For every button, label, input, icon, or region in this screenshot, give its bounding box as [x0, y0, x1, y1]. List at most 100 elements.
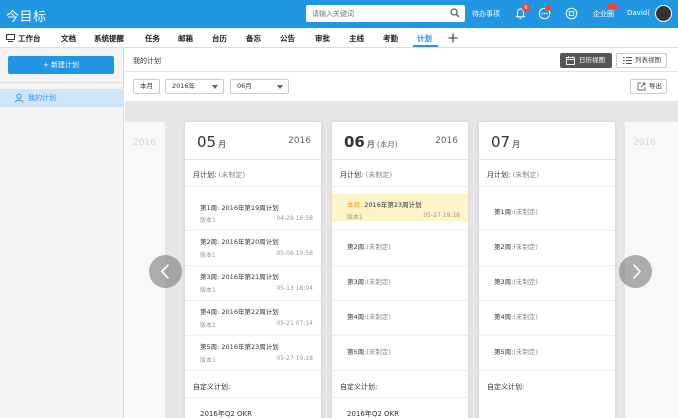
ghost-year: 2016 [133, 138, 156, 148]
tab-documents[interactable]: 文档 [61, 33, 76, 44]
app-center-icon[interactable] [565, 7, 578, 20]
divider [332, 300, 468, 301]
week-plan-item[interactable]: 第4周:(未制定) [494, 311, 538, 321]
todo-link[interactable]: 待办事项 [472, 9, 500, 19]
notification-badge: 6 [522, 4, 530, 12]
divider [332, 265, 468, 266]
sidebar: + 新建计划 我的计划 [0, 48, 124, 418]
custom-plan-label: 自定义计划: [193, 383, 231, 391]
sidebar-divider [0, 82, 124, 83]
search-icon[interactable] [450, 8, 460, 18]
month-header: 05 月 2016 [185, 122, 321, 160]
week-plan-item[interactable]: 第5周:(未制定) [494, 346, 538, 356]
calendar-icon [566, 56, 575, 65]
divider [185, 397, 321, 398]
week-plan-item[interactable]: 第2周:(未制定) [347, 241, 391, 251]
monthly-plan-row[interactable]: 月计划: (未制定) [340, 170, 392, 180]
month-number: 05 月 [197, 133, 227, 151]
tab-approval[interactable]: 审批 [315, 33, 330, 44]
list-icon [623, 57, 632, 64]
plan-date: 05-27 19:18 [276, 355, 313, 362]
divider [332, 186, 468, 187]
week-plan-item[interactable]: 第4周: 2016年第22周计划 [200, 306, 279, 316]
main-nav: 工作台 文档 系统提醒 任务 邮箱 台历 备忘 公告 审批 主线 考勤 计划 [0, 28, 678, 48]
year-select[interactable]: 2016年 [165, 79, 224, 94]
tab-memo[interactable]: 备忘 [246, 33, 261, 44]
chevron-down-icon [277, 85, 283, 89]
calendar-view-label: 日历视图 [579, 56, 605, 64]
tab-announcements[interactable]: 公告 [280, 33, 295, 44]
okr-plan-item[interactable]: 2016年Q2 OKR [347, 409, 399, 418]
desktop-icon [6, 34, 15, 42]
tab-system-reminders[interactable]: 系统提醒 [94, 33, 124, 44]
tab-tasks[interactable]: 任务 [145, 33, 160, 44]
plan-version: 版本2 [200, 322, 216, 329]
month-year: 2016 [288, 136, 311, 146]
month-column-june: 06 月 (本月) 2016 月计划: (未制定) 本周: 2016年第23周计划 … [332, 122, 468, 418]
week-plan-item[interactable]: 第1周:(未制定) [494, 206, 538, 216]
divider [479, 370, 615, 371]
month-number: 07 月 [491, 133, 521, 151]
prev-month-button[interactable] [149, 255, 182, 288]
tab-calendar[interactable]: 台历 [212, 33, 227, 44]
avatar[interactable] [655, 5, 672, 22]
week-plan-item[interactable]: 第3周:(未制定) [347, 276, 391, 286]
custom-plan-label: 自定义计划: [487, 383, 525, 391]
tab-mainline[interactable]: 主线 [349, 33, 364, 44]
month-year: 2016 [435, 136, 458, 146]
content-header: 我的计划 日历视图 列表视图 [125, 48, 678, 72]
divider [185, 230, 321, 231]
current-week-item[interactable]: 本周: 2016年第23周计划 [347, 199, 422, 209]
list-view-label: 列表视图 [635, 56, 661, 64]
week-plan-item[interactable]: 第3周: 2016年第21周计划 [200, 271, 279, 281]
week-plan-item[interactable]: 第3周:(未制定) [494, 276, 538, 286]
month-number: 06 月 (本月) [344, 133, 398, 151]
calendar-view-button[interactable]: 日历视图 [560, 53, 612, 68]
top-bar: 今目标 待办事项 6 企业圈 David( [0, 0, 678, 28]
tab-attendance[interactable]: 考勤 [383, 33, 398, 44]
tab-plan[interactable]: 计划 [417, 33, 432, 44]
search-input[interactable] [312, 8, 442, 19]
monthly-plan-row[interactable]: 月计划: (未制定) [487, 170, 539, 180]
new-plan-button[interactable]: + 新建计划 [8, 56, 114, 74]
search-box[interactable] [306, 5, 465, 22]
enterprise-circle-link[interactable]: 企业圈 [593, 9, 614, 19]
next-month-button[interactable] [619, 255, 652, 288]
chevron-right-icon [632, 263, 642, 280]
divider [185, 370, 321, 371]
tab-mail[interactable]: 邮箱 [178, 33, 193, 44]
ghost-year: 2016 [633, 138, 656, 148]
week-plan-item[interactable]: 第4周:(未制定) [347, 311, 391, 321]
tab-workbench[interactable]: 工作台 [18, 33, 41, 44]
plus-icon[interactable] [448, 33, 458, 43]
plan-date: 05-06 19:58 [276, 250, 313, 257]
divider [479, 300, 615, 301]
chevron-left-icon [160, 263, 170, 280]
plan-calendar-area: 2016 2016 05 月 2016 月计划: (未制定) 第1周: 2016年… [125, 101, 678, 418]
user-name[interactable]: David( [627, 9, 650, 17]
month-select[interactable]: 06月 [230, 79, 289, 94]
monthly-plan-row[interactable]: 月计划: (未制定) [193, 170, 245, 180]
plan-date: 05-21 07:14 [276, 320, 313, 327]
week-plan-item[interactable]: 第2周:(未制定) [494, 241, 538, 251]
month-column-july: 07 月 月计划: (未制定) 第1周:(未制定) 第2周:(未制定) 第3周:(… [479, 122, 615, 418]
list-view-button[interactable]: 列表视图 [616, 53, 667, 68]
export-button[interactable]: 导出 [630, 79, 667, 94]
month-header: 06 月 (本月) 2016 [332, 122, 468, 160]
week-plan-item[interactable]: 第5周: 2016年第23周计划 [200, 341, 279, 351]
app-logo[interactable]: 今目标 [6, 6, 47, 25]
sidebar-item-my-plan[interactable]: 我的计划 [0, 89, 124, 107]
more-badge [545, 5, 551, 11]
divider [332, 397, 468, 398]
divider [185, 300, 321, 301]
sidebar-item-label: 我的计划 [28, 94, 56, 102]
page-title: 我的计划 [133, 57, 161, 65]
divider [185, 265, 321, 266]
week-plan-item[interactable]: 第2周: 2016年第20周计划 [200, 236, 279, 246]
divider [332, 230, 468, 231]
this-month-button[interactable]: 本月 [133, 79, 160, 94]
okr-plan-item[interactable]: 2016年Q2 OKR [200, 409, 252, 418]
week-plan-item[interactable]: 第1周: 2016年第19周计划 [200, 202, 279, 212]
plan-date: 05-13 18:04 [276, 285, 313, 292]
week-plan-item[interactable]: 第5周:(未制定) [347, 346, 391, 356]
